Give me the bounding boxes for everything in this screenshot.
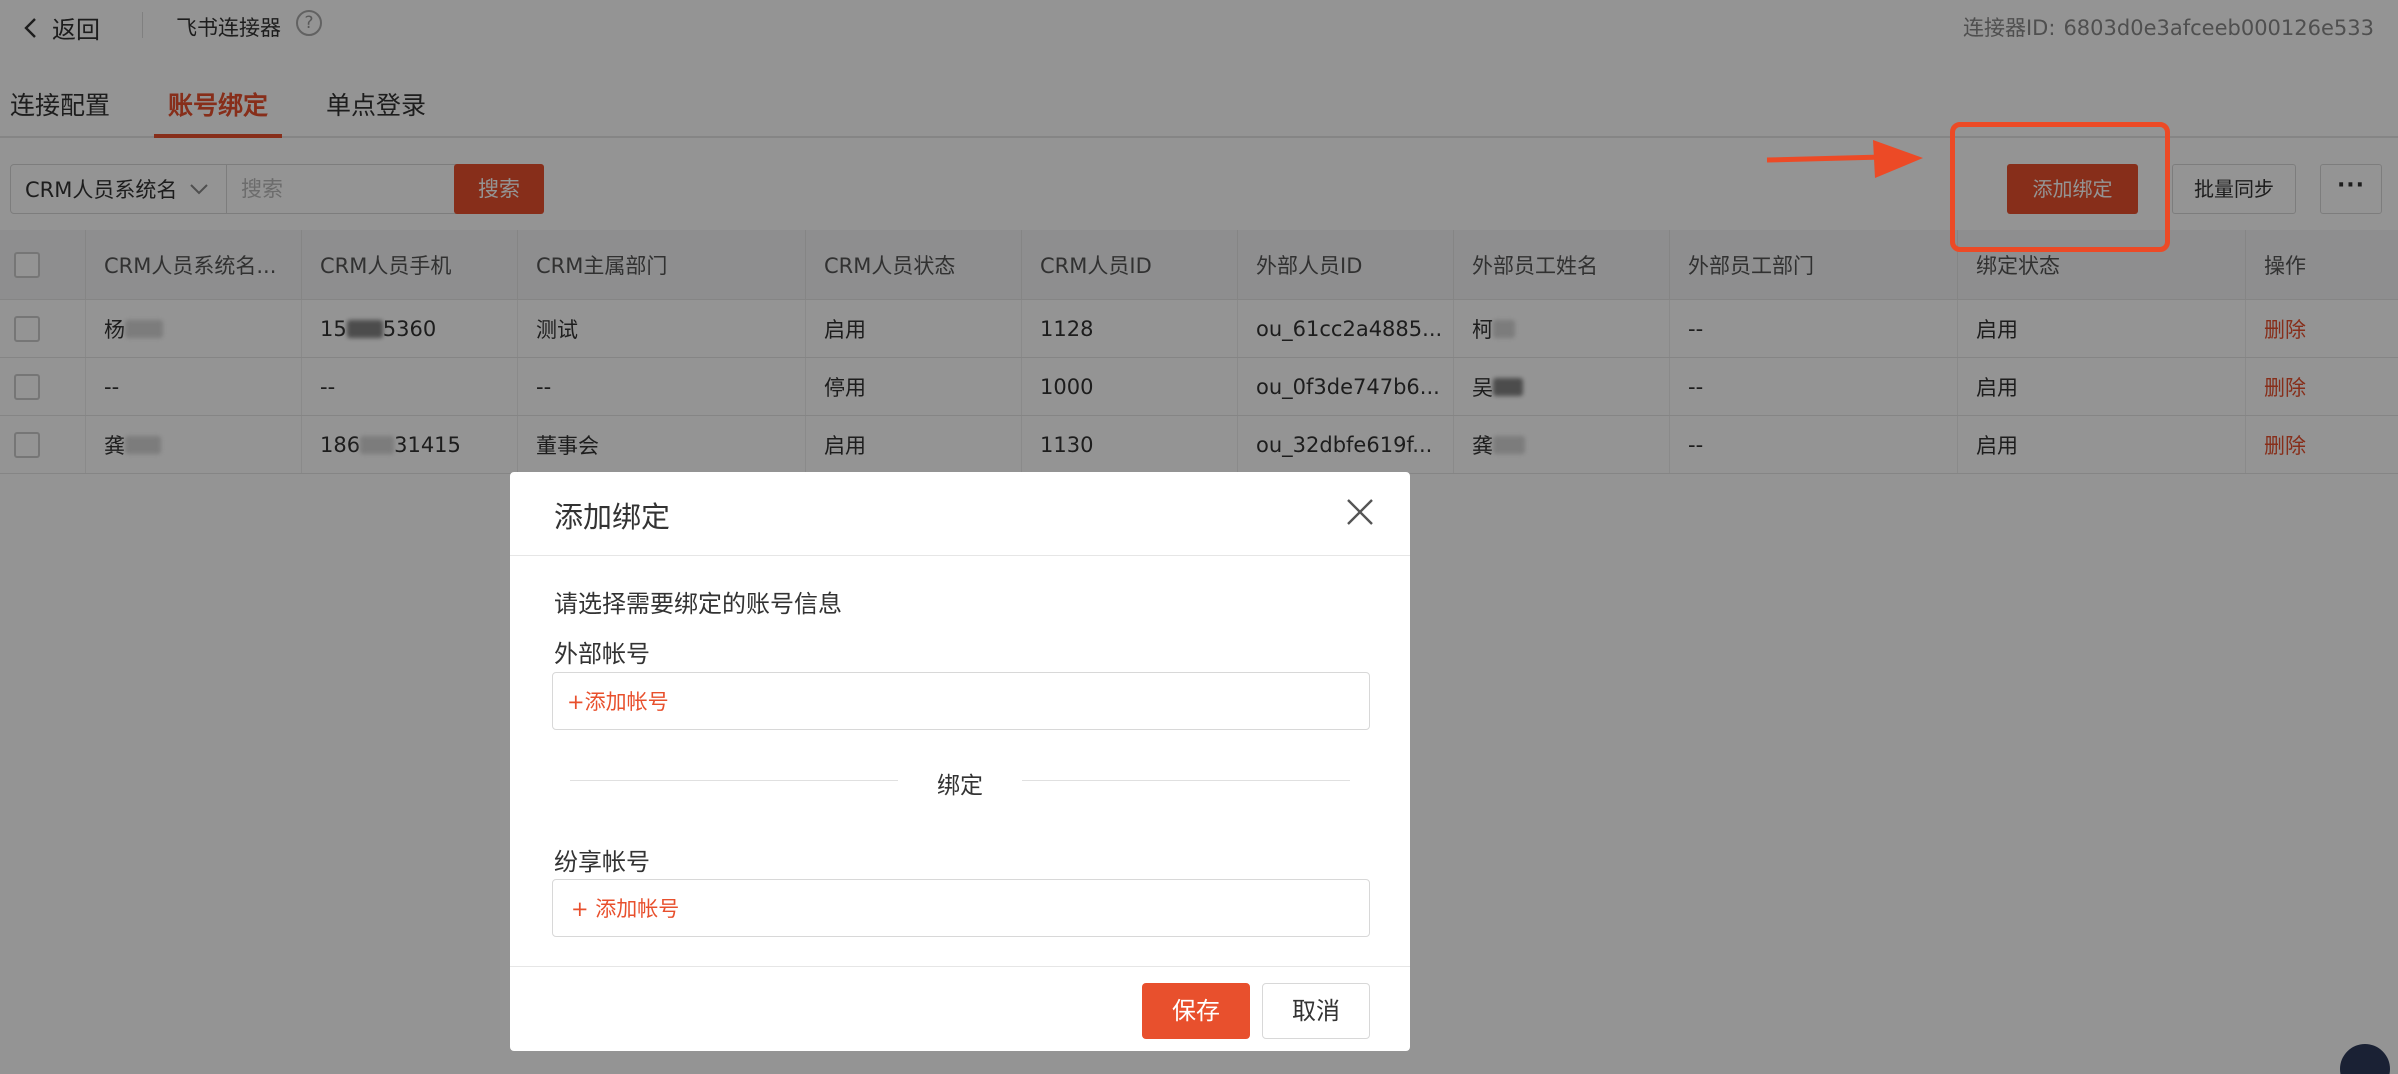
dialog-footer: 保存 取消 (510, 966, 1410, 1051)
annotation-arrow-icon (1766, 140, 1923, 178)
save-button[interactable]: 保存 (1142, 983, 1250, 1039)
dialog-description: 请选择需要绑定的账号信息 (554, 590, 842, 618)
separator-line (1022, 780, 1350, 781)
external-account-label: 外部帐号 (554, 640, 650, 668)
bind-separator: 绑定 (570, 766, 1350, 799)
annotation-highlight-box (1950, 122, 2170, 252)
dialog-header: 添加绑定 (510, 472, 1410, 556)
share-account-label: 纷享帐号 (554, 848, 650, 876)
dialog-title: 添加绑定 (554, 500, 671, 534)
add-binding-dialog: 添加绑定 请选择需要绑定的账号信息 外部帐号 +添加帐号 绑定 纷享帐号 + 添… (510, 472, 1410, 1051)
add-share-account-field[interactable]: + 添加帐号 (552, 879, 1370, 937)
add-share-account-link[interactable]: + 添加帐号 (571, 893, 679, 923)
bind-separator-label: 绑定 (937, 773, 983, 799)
add-external-account-link[interactable]: +添加帐号 (567, 686, 669, 716)
close-icon[interactable] (1344, 496, 1376, 528)
add-external-account-field[interactable]: +添加帐号 (552, 672, 1370, 730)
cancel-button[interactable]: 取消 (1262, 983, 1370, 1039)
